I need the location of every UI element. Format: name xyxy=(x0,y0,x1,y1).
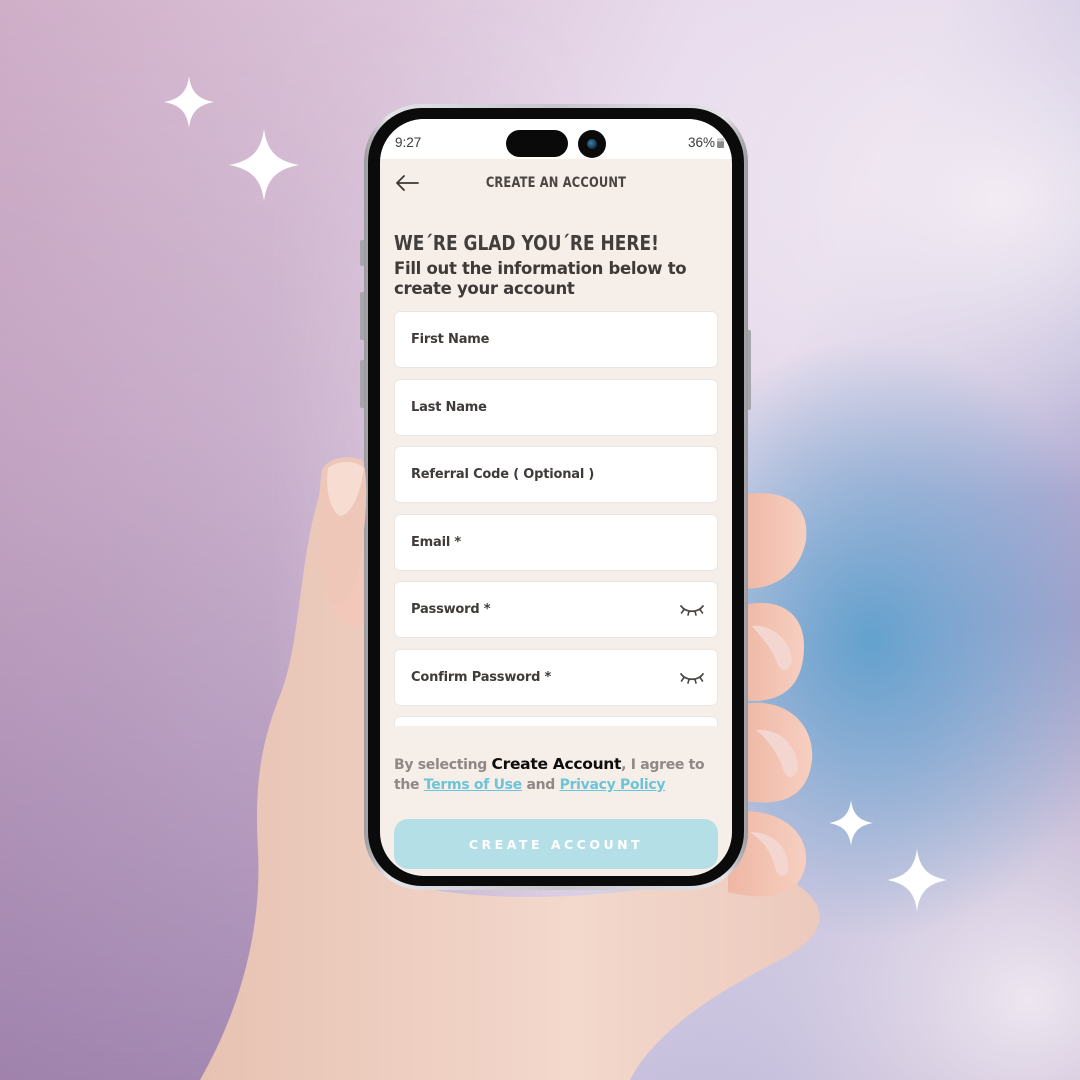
thumb-overlay xyxy=(318,457,367,605)
